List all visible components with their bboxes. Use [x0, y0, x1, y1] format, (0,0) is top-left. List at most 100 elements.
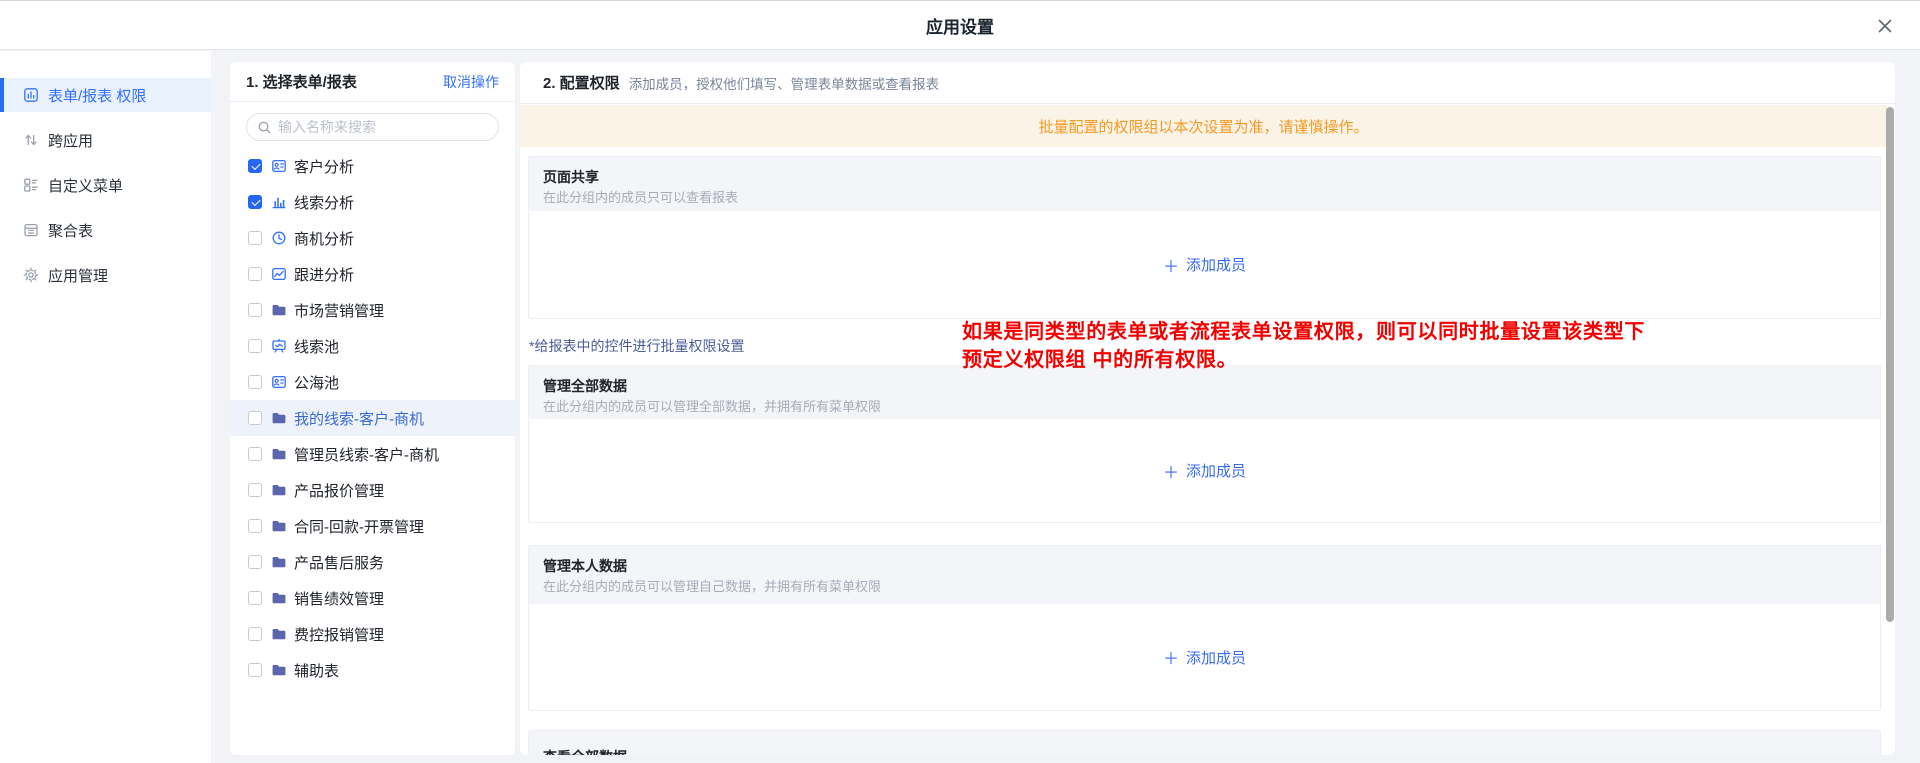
contact-card-icon	[271, 374, 287, 390]
cancel-action-link[interactable]: 取消操作	[443, 72, 499, 92]
folder-icon	[271, 410, 287, 426]
section-page-share: 页面共享 在此分组内的成员只可以查看报表 ＋添加成员	[528, 156, 1881, 319]
permission-header: 2. 配置权限 添加成员，授权他们填写、管理表单数据或查看报表	[520, 62, 1895, 104]
form-item-label: 商机分析	[294, 228, 354, 249]
sidebar-item-label: 表单/报表 权限	[48, 85, 146, 106]
app-manage-icon	[23, 267, 39, 283]
folder-icon	[271, 662, 287, 678]
form-item-label: 线索分析	[294, 192, 354, 213]
form-list-item[interactable]: 公海池	[230, 364, 515, 400]
folder-icon	[271, 590, 287, 606]
form-list-item[interactable]: 产品售后服务	[230, 544, 515, 580]
cross-app-icon	[23, 132, 39, 148]
form-item-label: 客户分析	[294, 156, 354, 177]
form-list-item[interactable]: 合同-回款-开票管理	[230, 508, 515, 544]
add-member-button[interactable]: ＋添加成员	[1163, 253, 1246, 277]
checkbox[interactable]	[248, 591, 262, 605]
folder-icon	[271, 482, 287, 498]
permission-title: 2. 配置权限	[543, 72, 620, 93]
checkbox[interactable]	[248, 339, 262, 353]
sidebar-item[interactable]: 自定义菜单	[0, 168, 211, 202]
form-select-panel: 1. 选择表单/报表 取消操作 输入名称来搜索 客户分析线索分析商机分析跟进分析…	[230, 62, 515, 755]
folder-icon	[271, 302, 287, 318]
search-input[interactable]: 输入名称来搜索	[246, 113, 499, 141]
sidebar-item[interactable]: 聚合表	[0, 213, 211, 247]
sidebar-item[interactable]: 跨应用	[0, 123, 211, 157]
form-list-item[interactable]: 线索分析	[230, 184, 515, 220]
modal-title: 应用设置	[926, 13, 994, 38]
form-list: 客户分析线索分析商机分析跟进分析市场营销管理线索池公海池我的线索-客户-商机管理…	[230, 148, 515, 688]
search-icon	[257, 120, 272, 135]
sidebar-item-label: 自定义菜单	[48, 175, 123, 196]
sidebar-item[interactable]: 表单/报表 权限	[0, 78, 211, 112]
checkbox[interactable]	[248, 519, 262, 533]
checkbox[interactable]	[248, 195, 262, 209]
section-title: 管理本人数据	[543, 556, 1866, 576]
contact-card-icon	[271, 158, 287, 174]
checkbox[interactable]	[248, 627, 262, 641]
bar-chart-icon	[271, 194, 287, 210]
batch-control-permission-link[interactable]: *给报表中的控件进行批量权限设置	[529, 336, 744, 356]
permission-desc: 添加成员，授权他们填写、管理表单数据或查看报表	[629, 73, 940, 93]
form-list-item[interactable]: 跟进分析	[230, 256, 515, 292]
form-list-item[interactable]: 我的线索-客户-商机	[230, 400, 515, 436]
form-select-title: 1. 选择表单/报表	[246, 71, 357, 92]
batch-notice-banner: 批量配置的权限组以本次设置为准，请谨慎操作。	[520, 105, 1887, 147]
checkbox[interactable]	[248, 267, 262, 281]
checkbox[interactable]	[248, 411, 262, 425]
close-icon[interactable]	[1877, 18, 1893, 34]
form-list-item[interactable]: 销售绩效管理	[230, 580, 515, 616]
form-item-label: 费控报销管理	[294, 624, 384, 645]
vertical-scrollbar[interactable]	[1886, 107, 1894, 622]
form-item-label: 产品售后服务	[294, 552, 384, 573]
checkbox[interactable]	[248, 159, 262, 173]
section-subtitle: 在此分组内的成员只可以查看报表	[543, 189, 1866, 207]
batch-notice-text: 批量配置的权限组以本次设置为准，请谨慎操作。	[1038, 116, 1368, 137]
form-item-label: 跟进分析	[294, 264, 354, 285]
line-chart-icon	[271, 266, 287, 282]
checkbox[interactable]	[248, 375, 262, 389]
plus-icon: ＋	[1163, 459, 1179, 483]
section-title: 查看全部数据	[543, 747, 1866, 755]
section-view-all-data: 查看全部数据	[528, 730, 1881, 755]
form-list-item[interactable]: 辅助表	[230, 652, 515, 688]
checkbox[interactable]	[248, 663, 262, 677]
checkbox[interactable]	[248, 447, 262, 461]
sidebar: 表单/报表 权限跨应用自定义菜单聚合表应用管理	[0, 51, 211, 763]
form-list-item[interactable]: 市场营销管理	[230, 292, 515, 328]
form-item-label: 合同-回款-开票管理	[294, 516, 424, 537]
checkbox[interactable]	[248, 483, 262, 497]
custom-menu-icon	[23, 177, 39, 193]
form-list-item[interactable]: 管理员线索-客户-商机	[230, 436, 515, 472]
checkbox[interactable]	[248, 555, 262, 569]
folder-icon	[271, 554, 287, 570]
folder-icon	[271, 446, 287, 462]
form-report-icon	[23, 87, 39, 103]
red-annotation: 如果是同类型的表单或者流程表单设置权限，则可以同时批量设置该类型下 预定义权限组…	[962, 318, 1645, 374]
aggregate-table-icon	[23, 222, 39, 238]
checkbox[interactable]	[248, 231, 262, 245]
sidebar-item-label: 跨应用	[48, 130, 93, 151]
form-select-header: 1. 选择表单/报表 取消操作	[230, 62, 515, 102]
checkbox[interactable]	[248, 303, 262, 317]
form-item-label: 我的线索-客户-商机	[294, 408, 424, 429]
clock-icon	[271, 230, 287, 246]
sidebar-item[interactable]: 应用管理	[0, 258, 211, 292]
presentation-icon	[271, 338, 287, 354]
folder-icon	[271, 626, 287, 642]
folder-icon	[271, 518, 287, 534]
form-list-item[interactable]: 产品报价管理	[230, 472, 515, 508]
form-list-item[interactable]: 客户分析	[230, 148, 515, 184]
form-list-item[interactable]: 商机分析	[230, 220, 515, 256]
form-item-label: 管理员线索-客户-商机	[294, 444, 439, 465]
form-item-label: 线索池	[294, 336, 339, 357]
form-list-item[interactable]: 费控报销管理	[230, 616, 515, 652]
plus-icon: ＋	[1163, 253, 1179, 277]
add-member-button[interactable]: ＋添加成员	[1163, 645, 1246, 669]
form-item-label: 市场营销管理	[294, 300, 384, 321]
add-member-button[interactable]: ＋添加成员	[1163, 459, 1246, 483]
sidebar-item-label: 聚合表	[48, 220, 93, 241]
form-list-item[interactable]: 线索池	[230, 328, 515, 364]
form-item-label: 产品报价管理	[294, 480, 384, 501]
section-subtitle: 在此分组内的成员可以管理全部数据，并拥有所有菜单权限	[543, 398, 1866, 416]
